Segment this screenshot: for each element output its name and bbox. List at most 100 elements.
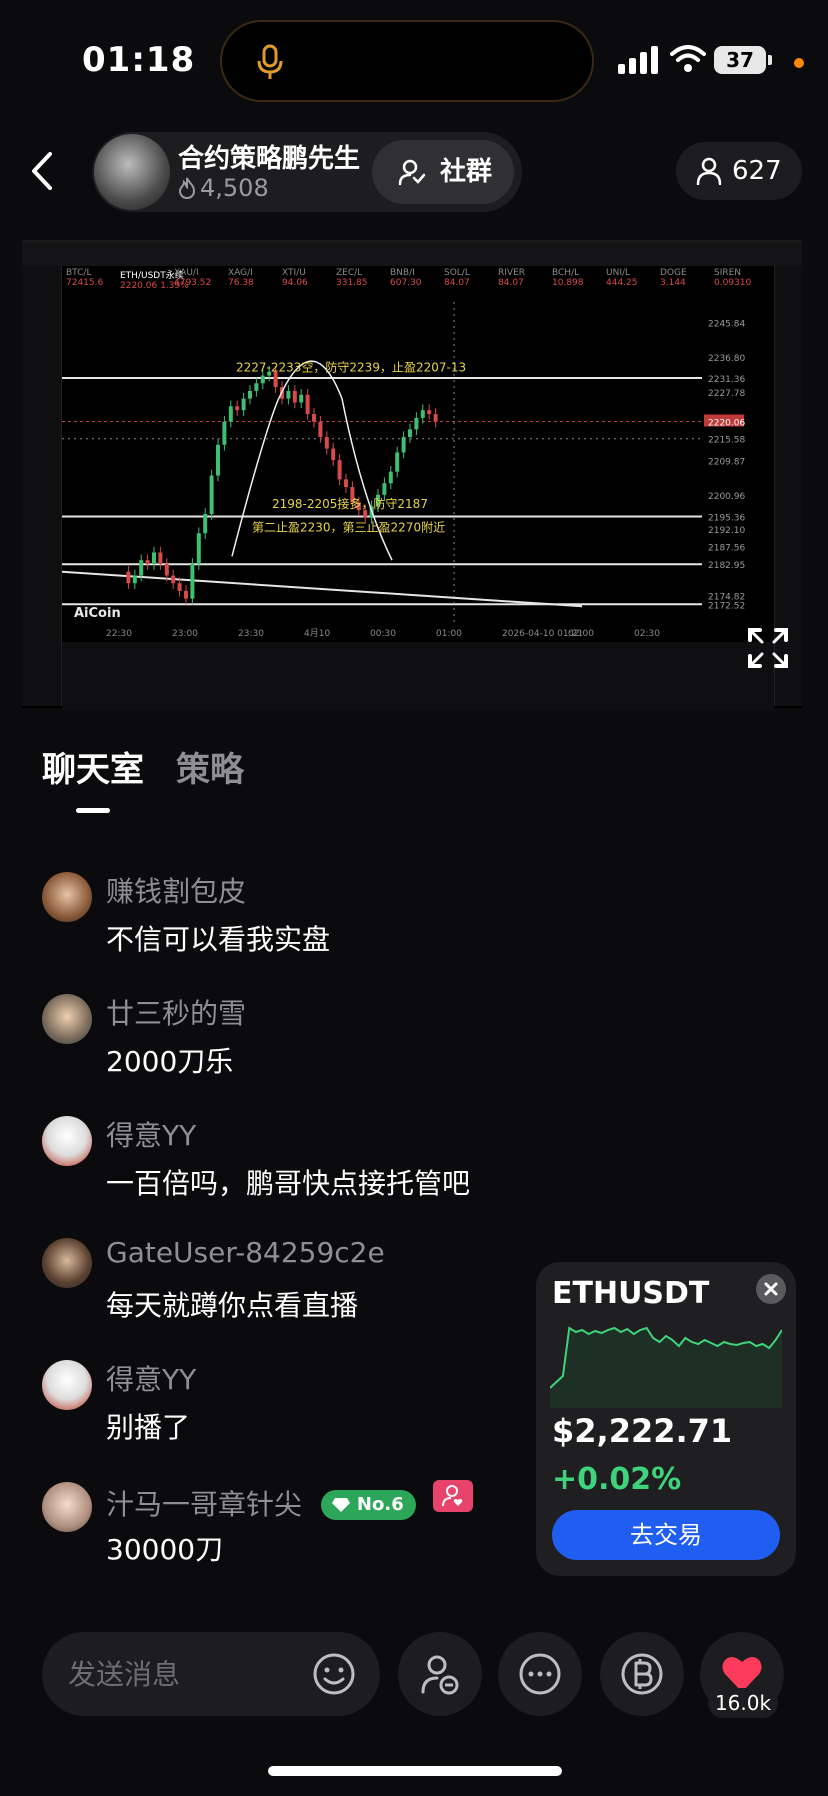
dynamic-island[interactable] [220, 20, 594, 102]
user-avatar[interactable] [42, 872, 92, 922]
stream-bottom-panel [62, 642, 774, 710]
price-axis-label: 2220.06 [708, 418, 745, 428]
stream-ticker-name: XAG/I [228, 268, 253, 278]
candle-body [190, 564, 195, 599]
user-avatar[interactable] [42, 1360, 92, 1410]
time-axis-label: 01:00 [436, 629, 462, 639]
time-axis-label: 00:30 [370, 629, 396, 639]
emoji-icon[interactable] [312, 1652, 356, 1696]
community-label: 社群 [440, 157, 493, 187]
ticker-change: +0.02% [552, 1462, 682, 1497]
candle-body [388, 471, 393, 484]
aicoin-watermark: AiCoin [74, 606, 121, 621]
price-axis-label: 2187.56 [708, 543, 745, 553]
more-dots-icon [519, 1653, 561, 1695]
user-avatar[interactable] [42, 1482, 92, 1532]
candle-body [184, 590, 188, 599]
host-name: 合约策略鹏先生 [178, 144, 361, 174]
candle-body [164, 564, 169, 576]
message-username[interactable]: 汁马一哥章针尖 No.6 [106, 1480, 473, 1523]
candle-body [254, 383, 259, 391]
time-axis-label: 23:00 [172, 629, 198, 639]
candle-body [337, 460, 342, 480]
user-avatar[interactable] [42, 994, 92, 1044]
stream-ticker: ETH/USDT永续 2220.06 1.39% [120, 268, 189, 291]
candle-body [171, 575, 176, 584]
message-username[interactable]: GateUser-84259c2e [106, 1236, 385, 1269]
stream-ticker-price: 607.30 [390, 278, 422, 288]
stream-ticker-name: SIREN [714, 268, 742, 278]
message-text: 每天就蹲你点看直播 [106, 1289, 359, 1322]
stream-ticker: BNB/I 607.30 [390, 268, 444, 288]
active-tab-indicator [76, 808, 110, 813]
chart-annotation: 第二止盈2230，第三止盈2270附近 [252, 520, 445, 534]
stream-ticker-name: RIVER [498, 268, 526, 278]
message-text: 30000刀 [106, 1533, 224, 1566]
rank-badge-label: No.6 [356, 1494, 404, 1515]
stream-ticker-price: 76.38 [228, 278, 254, 288]
candle-body [248, 390, 252, 399]
message-text: 一百倍吗，鹏哥快点接托管吧 [106, 1167, 471, 1200]
candle-body [382, 483, 387, 495]
price-axis-label: 2236.80 [708, 354, 745, 364]
stream-ticker-price: 2220.06 1.39% [120, 281, 189, 291]
message-username[interactable]: 得意YY [106, 1358, 196, 1398]
message-username[interactable]: 赚钱割包皮 [106, 870, 246, 910]
message-username[interactable]: 廿三秒的雪 [106, 992, 246, 1032]
chart-annotation: 2198-2205接多，防守2187 [272, 496, 428, 511]
viewer-count-badge[interactable]: 627 [676, 142, 802, 200]
tab-chatroom[interactable]: 聊天室 [42, 742, 144, 791]
follow-button[interactable] [398, 1632, 482, 1716]
person-minus-icon [421, 1655, 459, 1695]
stream-ticker: SOL/L 84.07 [444, 268, 498, 288]
candle-body [363, 510, 368, 518]
stream-ticker: XTI/U 94.06 [282, 268, 336, 288]
stream-ticker: UNI/L 444.25 [606, 268, 660, 288]
ticker-card[interactable]: ETHUSDT $2,222.71 +0.02% 去交易 [536, 1262, 796, 1576]
more-button[interactable] [498, 1632, 582, 1716]
message-composer[interactable] [42, 1632, 380, 1716]
stream-ticker-strip: BTC/L 72415.6 ETH/USDT永续 2220.06 1.39% XAU/I… [66, 266, 772, 302]
candle-body [324, 437, 329, 449]
battery-indicator: 37 [714, 46, 766, 74]
status-bar: 01:18 37 [0, 0, 828, 120]
candle-body [235, 406, 240, 411]
stream-ticker-name: BNB/I [390, 268, 415, 278]
time-axis-label: 23:30 [238, 629, 264, 639]
stream-ticker-name: ETH/USDT永续 [120, 271, 184, 281]
stream-ticker-price: 4793.52 [174, 278, 212, 288]
token-button[interactable] [600, 1632, 684, 1716]
candle-body [228, 406, 233, 422]
close-card-button[interactable] [756, 1274, 786, 1304]
candle-body [344, 479, 348, 488]
back-arrow-icon[interactable] [28, 150, 58, 192]
stream-ticker-price: 94.06 [282, 278, 308, 288]
stream-ticker: BCH/L 10.898 [552, 268, 606, 288]
price-axis-label: 2209.87 [708, 458, 745, 468]
candle-body [203, 514, 208, 534]
candle-body [286, 390, 291, 399]
user-avatar[interactable] [42, 1238, 92, 1288]
message-username[interactable]: 得意YY [106, 1114, 196, 1154]
host-likes-count: 4,508 [200, 174, 269, 202]
home-indicator[interactable] [268, 1766, 562, 1776]
stream-ticker-name: UNI/L [606, 268, 631, 278]
fullscreen-icon[interactable] [744, 624, 792, 672]
user-avatar[interactable] [42, 1116, 92, 1166]
time-axis-label: 02:30 [634, 629, 660, 639]
host-avatar[interactable] [94, 134, 170, 210]
trade-button[interactable]: 去交易 [552, 1510, 780, 1560]
candle-body [152, 552, 156, 564]
fan-badge [432, 1480, 473, 1512]
cellular-signal-icon [618, 46, 658, 74]
community-button[interactable]: 社群 [372, 140, 514, 204]
stream-ticker: XAU/I 4793.52 [174, 268, 228, 288]
live-stream-video[interactable]: BTC/L 72415.6 ETH/USDT永续 2220.06 1.39% XAU/I… [22, 240, 802, 710]
message-input[interactable] [68, 1632, 288, 1716]
candle-body [177, 583, 182, 591]
stream-ticker-price: 10.898 [552, 278, 584, 288]
clock: 01:18 [82, 40, 196, 80]
candle-body [331, 448, 336, 461]
stream-ticker-name: BCH/L [552, 268, 580, 278]
tab-strategy[interactable]: 策略 [176, 742, 244, 791]
